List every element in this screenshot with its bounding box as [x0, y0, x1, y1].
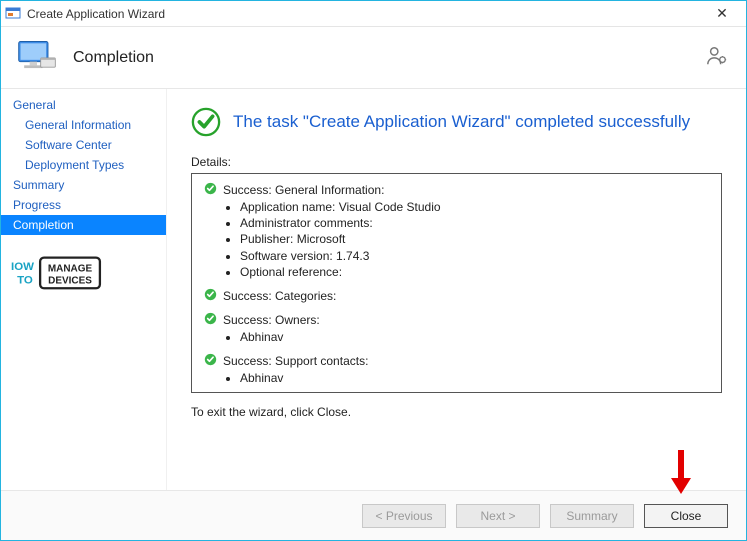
detail-sublist-item: Abhinav	[240, 329, 709, 345]
details-box[interactable]: Success: General Information: Application…	[191, 173, 722, 393]
svg-text:DEVICES: DEVICES	[48, 276, 92, 287]
watermark-logo: IOW TO MANAGE DEVICES	[11, 253, 103, 296]
success-check-small-icon	[204, 182, 217, 198]
detail-group: Success: Categories:	[204, 288, 709, 304]
app-icon	[5, 6, 21, 22]
wizard-window: Create Application Wizard ✕ Completion G…	[0, 0, 747, 541]
detail-group: Success: General Information: Application…	[204, 182, 709, 280]
detail-sublist-item: Abhinav	[240, 370, 709, 386]
success-check-small-icon	[204, 288, 217, 304]
nav-item-general[interactable]: General	[1, 95, 166, 115]
main-pane: The task "Create Application Wizard" com…	[167, 89, 746, 490]
detail-sublist: Abhinav	[240, 370, 709, 386]
detail-sublist-item: Administrator comments:	[240, 215, 709, 231]
detail-sublist: Abhinav	[240, 329, 709, 345]
details-label: Details:	[191, 155, 722, 169]
headline: The task "Create Application Wizard" com…	[191, 107, 722, 137]
detail-heading: Success: Owners:	[204, 312, 709, 328]
nav-item-software-center[interactable]: Software Center	[1, 135, 166, 155]
success-check-icon	[191, 107, 221, 137]
nav-item-general-information[interactable]: General Information	[1, 115, 166, 135]
detail-sublist-item: Software version: 1.74.3	[240, 248, 709, 264]
banner: Completion	[1, 27, 746, 89]
headline-text: The task "Create Application Wizard" com…	[233, 112, 690, 132]
detail-heading-text: Success: General Information:	[223, 183, 384, 197]
monitor-icon	[15, 36, 59, 80]
detail-sublist-item: Application name: Visual Code Studio	[240, 199, 709, 215]
detail-sublist: Application name: Visual Code StudioAdmi…	[240, 199, 709, 280]
close-button[interactable]: Close	[644, 504, 728, 528]
nav-item-deployment-types[interactable]: Deployment Types	[1, 155, 166, 175]
titlebar: Create Application Wizard ✕	[1, 1, 746, 27]
success-check-small-icon	[204, 312, 217, 328]
nav-item-progress[interactable]: Progress	[1, 195, 166, 215]
window-title: Create Application Wizard	[27, 7, 702, 21]
nav-item-summary[interactable]: Summary	[1, 175, 166, 195]
next-button: Next >	[456, 504, 540, 528]
sidebar: GeneralGeneral InformationSoftware Cente…	[1, 89, 167, 490]
detail-sublist-item: Optional reference:	[240, 264, 709, 280]
body: GeneralGeneral InformationSoftware Cente…	[1, 89, 746, 490]
exit-instruction: To exit the wizard, click Close.	[191, 405, 722, 419]
detail-heading-text: Success: Owners:	[223, 313, 320, 327]
window-close-button[interactable]: ✕	[702, 5, 742, 22]
success-check-small-icon	[204, 353, 217, 369]
svg-text:MANAGE: MANAGE	[48, 263, 93, 274]
summary-button: Summary	[550, 504, 634, 528]
detail-heading: Success: Categories:	[204, 288, 709, 304]
detail-heading: Success: Support contacts:	[204, 353, 709, 369]
detail-heading-text: Success: Support contacts:	[223, 354, 368, 368]
svg-text:TO: TO	[17, 275, 33, 287]
svg-text:IOW: IOW	[11, 261, 34, 273]
previous-button: < Previous	[362, 504, 446, 528]
banner-title: Completion	[73, 49, 154, 67]
detail-heading: Success: General Information:	[204, 182, 709, 198]
detail-group: Success: Support contacts: Abhinav	[204, 353, 709, 386]
detail-heading-text: Success: Categories:	[223, 289, 336, 303]
nav-item-completion[interactable]: Completion	[1, 215, 166, 235]
user-gear-icon	[706, 45, 728, 67]
detail-sublist-item: Publisher: Microsoft	[240, 231, 709, 247]
detail-group: Success: Owners: Abhinav	[204, 312, 709, 345]
footer: < Previous Next > Summary Close	[1, 490, 746, 540]
